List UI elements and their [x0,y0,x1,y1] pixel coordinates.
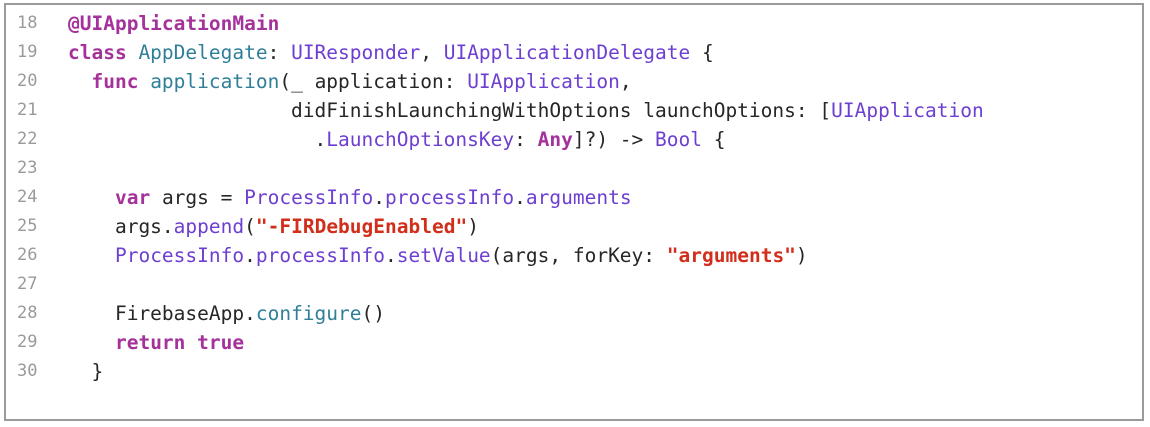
line-number: 28 [17,303,38,323]
code-line: 24 var args = ProcessInfo.processInfo.ar… [6,183,1142,212]
code-token: "arguments" [666,244,796,267]
code-token: . [385,244,397,267]
code-text: @UIApplicationMain [68,9,279,38]
line-number: 25 [17,216,38,236]
code-text: var args = ProcessInfo.processInfo.argum… [68,183,632,212]
code-token: . [514,186,526,209]
line-number: 29 [17,332,38,352]
code-line: 19 class AppDelegate: UIResponder, UIAppl… [6,38,1142,67]
code-token: configure [255,302,362,325]
line-number: 21 [17,100,38,120]
code-token: processInfo [255,244,385,267]
code-text: class AppDelegate: UIResponder, UIApplic… [68,38,714,67]
code-token: (args, forKey: [490,244,667,267]
code-line: 18 @UIApplicationMain [6,9,1142,38]
code-token: (_ application: [279,70,468,93]
code-token: . [373,186,386,209]
code-text: didFinishLaunchingWithOptions launchOpti… [68,96,984,125]
code-token: var [114,186,151,209]
code-token: : [514,128,538,151]
code-token: , [619,70,632,93]
code-token: { [690,41,714,64]
code-token: setValue [396,244,491,267]
code-editor-panel: 18 @UIApplicationMain 19 class AppDelegate:… [4,3,1144,421]
code-text: return true [68,328,244,357]
line-number: 30 [17,361,38,381]
code-token: { [702,128,726,151]
code-token: class [68,41,127,64]
code-token: . [244,244,256,267]
code-token: : [267,41,292,64]
code-text: FirebaseApp.configure() [68,299,385,328]
code-token: application [138,70,280,93]
code-token: , [420,41,444,64]
code-token: func [91,70,139,93]
line-number: 19 [17,42,38,62]
code-token: UIApplicationDelegate [443,41,691,64]
code-token: ProcessInfo [114,244,245,267]
code-token: UIResponder [291,41,421,64]
code-token: ) [467,215,479,238]
code-token: args. [68,215,174,238]
code-token: LaunchOptionsKey [326,128,515,151]
code-token: args = [150,186,245,209]
code-line: 27 [6,270,1142,299]
line-number: 27 [17,274,38,294]
code-token: AppDelegate [126,41,268,64]
code-token: UIApplication [831,99,984,122]
code-token: Bool [655,128,702,151]
code-line: 28 FirebaseApp.configure() [6,299,1142,328]
code-token: Any [537,128,573,151]
code-token: append [173,215,245,238]
code-token: didFinishLaunchingWithOptions launchOpti… [68,99,832,122]
code-line: 26 ProcessInfo.processInfo.setValue(args… [6,241,1142,270]
code-line: 20 func application(_ application: UIApp… [6,67,1142,96]
code-line: 21 didFinishLaunchingWithOptions launchO… [6,96,1142,125]
code-token: UIApplication [467,70,620,93]
line-number: 23 [17,158,38,178]
code-token: ) [795,244,808,267]
code-line: 25 args.append("-FIRDebugEnabled") [6,212,1142,241]
line-number: 18 [17,13,38,33]
code-token: return [114,331,186,354]
code-token: () [361,302,385,325]
code-token: } [68,360,104,383]
code-line: 30 } [6,357,1142,386]
code-text: args.append("-FIRDebugEnabled") [68,212,479,241]
code-line: 23 [6,154,1142,183]
code-token: FirebaseApp. [68,302,256,325]
line-number: 20 [17,71,38,91]
code-token: ( [244,215,256,238]
line-number: 26 [17,245,38,265]
code-token: true [197,331,245,354]
code-text: } [68,357,103,386]
line-number: 22 [17,129,38,149]
code-token: @UIApplicationMain [68,12,280,35]
code-line: 22 .LaunchOptionsKey: Any]?) -> Bool { [6,125,1142,154]
code-token: arguments [525,186,632,209]
code-text: .LaunchOptionsKey: Any]?) -> Bool { [68,125,726,154]
code-text: ProcessInfo.processInfo.setValue(args, f… [68,241,808,270]
code-token: . [68,128,327,151]
code-token: ProcessInfo [244,186,374,209]
code-token: ]?) -> [572,128,656,151]
code-token: "-FIRDebugEnabled" [255,215,468,238]
code-line: 29 return true [6,328,1142,357]
line-number: 24 [17,187,38,207]
code-text: func application(_ application: UIApplic… [68,67,632,96]
code-token: processInfo [385,186,515,209]
